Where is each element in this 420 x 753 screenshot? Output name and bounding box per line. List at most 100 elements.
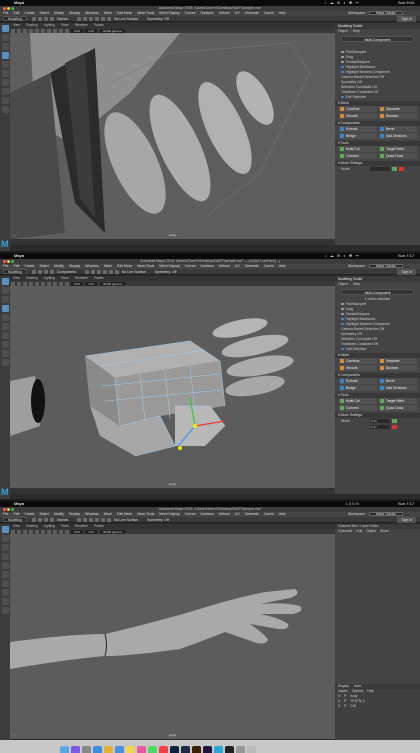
separate-button[interactable]: Separate bbox=[386, 107, 400, 111]
xray-joint-icon[interactable] bbox=[65, 28, 69, 33]
smooth-button[interactable]: Smooth bbox=[346, 114, 358, 118]
select-tool-icon[interactable] bbox=[1, 278, 9, 285]
wireframe-icon[interactable] bbox=[23, 529, 27, 534]
lightroom-icon[interactable] bbox=[181, 746, 190, 753]
panel-shading[interactable]: Shading bbox=[26, 23, 38, 27]
xray-joint-icon[interactable] bbox=[65, 529, 69, 534]
extrude-button[interactable]: Extrude bbox=[346, 127, 358, 131]
channels-menu[interactable]: Channels bbox=[338, 529, 352, 533]
colorspace-dropdown[interactable]: sRGB gamma bbox=[100, 28, 125, 33]
paint-select-icon[interactable] bbox=[1, 296, 9, 303]
menu-cache[interactable]: Cache bbox=[264, 11, 274, 15]
add-divisions-button[interactable]: Add Divisions bbox=[386, 134, 407, 138]
notes-icon[interactable] bbox=[126, 746, 135, 753]
layout-four-icon[interactable] bbox=[1, 88, 9, 95]
shadows-icon[interactable] bbox=[47, 529, 51, 534]
textured-icon[interactable] bbox=[35, 28, 39, 33]
multi-cut-button[interactable]: Multi-Cut bbox=[346, 147, 360, 151]
layout-side-icon[interactable] bbox=[1, 598, 9, 605]
music-icon[interactable] bbox=[159, 746, 168, 753]
launchpad-icon[interactable] bbox=[82, 746, 91, 753]
world-y-field[interactable]: 4.47 bbox=[369, 425, 390, 430]
objects-dropdown[interactable]: Objects bbox=[57, 17, 69, 21]
menu-mesh-tools[interactable]: Mesh Tools bbox=[137, 11, 154, 15]
scale-tool-icon[interactable] bbox=[1, 571, 9, 578]
smooth-shade-icon[interactable] bbox=[29, 28, 33, 33]
wireframe-icon[interactable] bbox=[23, 28, 27, 33]
edit-menu[interactable]: Edit bbox=[356, 529, 362, 533]
anim-tab[interactable]: Anim bbox=[354, 684, 362, 688]
menu-deform[interactable]: Deform bbox=[219, 11, 230, 15]
menu-uv[interactable]: UV bbox=[235, 11, 240, 15]
terminal-icon[interactable] bbox=[225, 746, 234, 753]
layout-single-icon[interactable] bbox=[1, 79, 9, 86]
outliner-icon[interactable] bbox=[1, 359, 9, 366]
photoshop-icon[interactable] bbox=[170, 746, 179, 753]
finder-icon[interactable] bbox=[60, 746, 69, 753]
multi-component-button[interactable]: Multi-Component bbox=[341, 36, 414, 42]
world-field[interactable] bbox=[369, 167, 390, 172]
show-menu[interactable]: Show bbox=[380, 529, 388, 533]
world-x-field[interactable]: 0.13 bbox=[369, 419, 390, 424]
display-tab[interactable]: Display bbox=[338, 684, 349, 688]
camera-icon[interactable] bbox=[11, 529, 15, 534]
highlight-nearest-checkbox[interactable]: Highlight Nearest Component bbox=[346, 70, 390, 74]
outliner-icon[interactable] bbox=[1, 607, 9, 614]
isolate-icon[interactable] bbox=[53, 529, 57, 534]
connect-button[interactable]: Connect bbox=[346, 154, 359, 158]
pick-marquee-option[interactable]: Pick/Marquee bbox=[346, 50, 367, 54]
paint-select-icon[interactable] bbox=[1, 544, 9, 551]
move-tool-icon[interactable] bbox=[1, 553, 9, 560]
help-menu[interactable]: Help bbox=[367, 689, 374, 693]
bridge-button[interactable]: Bridge bbox=[346, 134, 356, 138]
gamma-field[interactable]: 1.00 bbox=[85, 28, 97, 33]
layout-side-icon[interactable] bbox=[1, 350, 9, 357]
drag-option[interactable]: Drag bbox=[346, 55, 353, 59]
lights-icon[interactable] bbox=[41, 281, 45, 286]
menu-modify[interactable]: Modify bbox=[54, 11, 64, 15]
grid-icon[interactable] bbox=[17, 529, 21, 534]
move-tool-icon[interactable] bbox=[1, 305, 9, 312]
highlight-backfaces-checkbox[interactable]: Highlight Backfaces bbox=[346, 65, 376, 69]
paint-select-icon[interactable] bbox=[1, 43, 9, 50]
illustrator-icon[interactable] bbox=[192, 746, 201, 753]
bevel-button[interactable]: Bevel bbox=[386, 127, 394, 131]
panel-show[interactable]: Show bbox=[61, 23, 69, 27]
boolean-button[interactable]: Boolean bbox=[386, 114, 398, 118]
camera-icon[interactable] bbox=[11, 28, 15, 33]
shadows-icon[interactable] bbox=[47, 28, 51, 33]
save-icon[interactable] bbox=[37, 16, 42, 21]
sign-in-button[interactable]: Sign In bbox=[397, 269, 416, 275]
symmetry-dropdown[interactable]: Symmetry: Off bbox=[147, 17, 169, 21]
layout-single-icon[interactable] bbox=[1, 580, 9, 587]
lasso-tool-icon[interactable] bbox=[1, 535, 9, 542]
menu-windows[interactable]: Windows bbox=[85, 11, 99, 15]
viewport-persp[interactable]: xyz persp bbox=[10, 286, 335, 488]
rotate-tool-icon[interactable] bbox=[1, 314, 9, 321]
xray-joint-icon[interactable] bbox=[65, 281, 69, 286]
scale-tool-icon[interactable] bbox=[1, 70, 9, 77]
layer-row[interactable]: V P DIS bbox=[335, 704, 420, 709]
select-tool-icon[interactable] bbox=[1, 25, 9, 32]
undo-icon[interactable] bbox=[43, 16, 48, 21]
panel-view[interactable]: View bbox=[13, 23, 20, 27]
textured-icon[interactable] bbox=[35, 529, 39, 534]
viewport-persp[interactable]: xyz persp bbox=[10, 534, 335, 739]
toolkit-help-tab[interactable]: Help bbox=[353, 29, 360, 33]
trash-icon[interactable] bbox=[247, 746, 256, 753]
menu-generate[interactable]: Generate bbox=[245, 11, 259, 15]
smooth-shade-icon[interactable] bbox=[29, 281, 33, 286]
chrome-icon[interactable] bbox=[104, 746, 113, 753]
layout-four-icon[interactable] bbox=[1, 589, 9, 596]
menu-mesh-display[interactable]: Mesh Display bbox=[159, 11, 179, 15]
layout-single-icon[interactable] bbox=[1, 332, 9, 339]
move-tool-icon[interactable] bbox=[1, 52, 9, 59]
aftereffects-icon[interactable] bbox=[203, 746, 212, 753]
isolate-icon[interactable] bbox=[53, 281, 57, 286]
sign-in-button[interactable]: Sign In bbox=[397, 16, 416, 22]
menu-surfaces[interactable]: Surfaces bbox=[200, 11, 213, 15]
photos-icon[interactable] bbox=[137, 746, 146, 753]
toolkit-object-tab[interactable]: Object bbox=[338, 29, 348, 33]
rotate-tool-icon[interactable] bbox=[1, 61, 9, 68]
shadows-icon[interactable] bbox=[47, 281, 51, 286]
